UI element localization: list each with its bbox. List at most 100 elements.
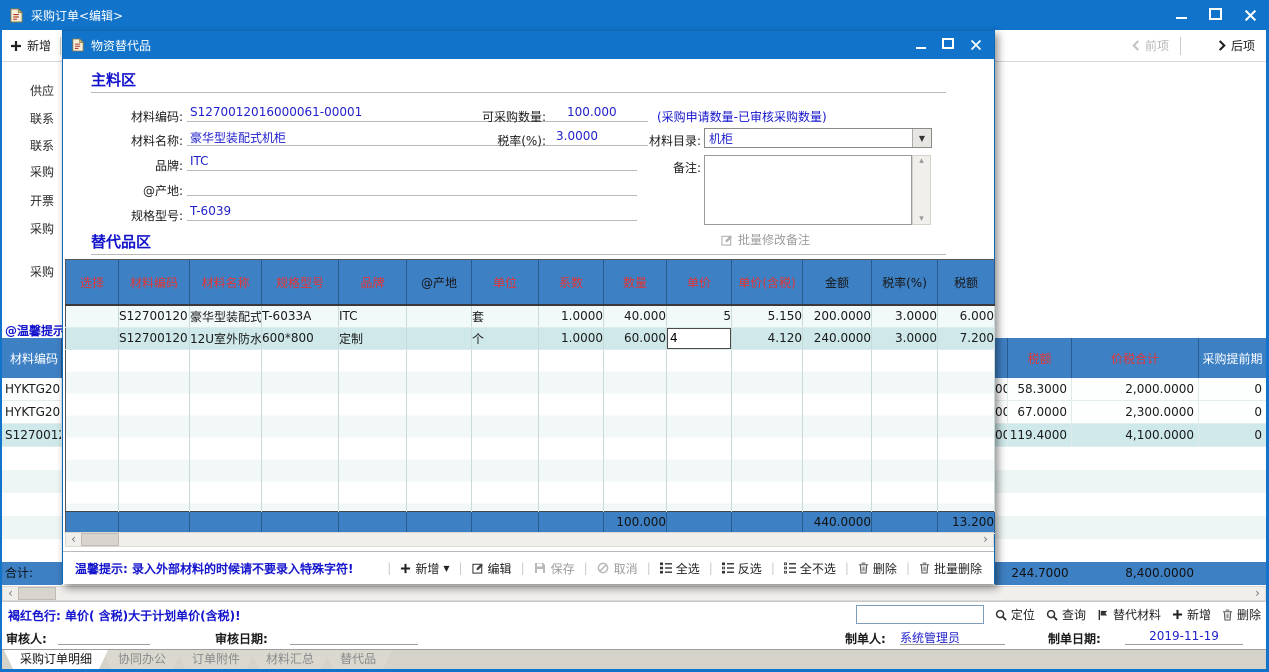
column-header[interactable]: @产地 (407, 260, 472, 306)
brand-field[interactable]: ITC (187, 154, 637, 171)
next-item-button[interactable]: 后项 (1218, 37, 1255, 54)
empty-rows (66, 349, 995, 511)
scrollbar-thumb[interactable] (81, 533, 119, 546)
column-header[interactable]: 采购提前期 (1199, 338, 1266, 378)
column-header[interactable]: 税率(%) (872, 260, 938, 306)
delete-substitute-button[interactable]: 删除 (858, 560, 897, 577)
table-row[interactable]: HYKTG2017- (2, 378, 62, 401)
chevron-right-icon (1218, 40, 1226, 51)
spec-field[interactable]: T-6039 (187, 204, 637, 221)
delete-row-button[interactable]: 删除 (1222, 606, 1261, 623)
chevron-down-icon[interactable]: ▼ (912, 129, 931, 147)
prev-item-button[interactable]: 前项 (1132, 37, 1169, 54)
toolbar-separator (60, 37, 61, 55)
save-button[interactable]: 保存 (534, 560, 575, 577)
column-header[interactable]: 系数 (539, 260, 604, 306)
brand-label: 品牌: (83, 157, 183, 174)
scroll-right-icon[interactable]: › (978, 533, 993, 546)
audit-date-field[interactable] (290, 629, 418, 645)
dialog-horizontal-scrollbar[interactable]: ‹ › (65, 532, 994, 547)
chevron-down-icon[interactable]: ▼ (443, 564, 449, 573)
column-header[interactable]: 数量 (604, 260, 667, 306)
select-cell[interactable] (66, 327, 119, 349)
origin-field[interactable] (187, 179, 637, 196)
scroll-right-icon[interactable]: › (1250, 587, 1265, 600)
substitute-material-button[interactable]: 替代材料 (1097, 606, 1161, 623)
maker-field[interactable]: 系统管理员 (900, 629, 1005, 645)
column-header[interactable]: 税额 (938, 260, 995, 306)
column-header[interactable]: 材料编码 (2, 338, 62, 378)
column-header[interactable]: 单价(含税) (732, 260, 803, 306)
scrollbar-thumb[interactable] (18, 587, 56, 600)
scroll-down-icon[interactable]: ▾ (919, 214, 924, 224)
column-header[interactable]: 金额 (803, 260, 872, 306)
tab-material-summary[interactable]: 材料汇总 (250, 650, 330, 669)
totals-row: 合计: (2, 562, 62, 585)
plus-icon (10, 40, 22, 52)
table-row[interactable]: 00 67.0000 2,300.0000 0 (995, 401, 1266, 424)
cancel-button[interactable]: 取消 (597, 560, 638, 577)
tax-rate-field[interactable]: 3.0000 (553, 129, 648, 146)
note-scrollbar[interactable]: ▴ ▾ (912, 155, 931, 225)
column-header[interactable]: 材料编码 (119, 260, 190, 306)
select-cell[interactable] (66, 305, 119, 327)
total-amount: 440.0000 (803, 511, 872, 533)
table-row[interactable]: 00 58.3000 2,000.0000 0 (995, 378, 1266, 401)
column-header[interactable]: 材料名称 (190, 260, 262, 306)
warning-text: 褐红色行: 单价( 含税)大于计划单价(含税)! (8, 607, 241, 624)
tab-attachments[interactable]: 订单附件 (176, 650, 256, 669)
auditor-field[interactable] (58, 629, 150, 645)
column-header[interactable]: 单位 (472, 260, 539, 306)
make-date-field[interactable]: 2019-11-19 (1125, 629, 1243, 645)
substitute-header-row: 选择 材料编码 材料名称 规格型号 品牌 @产地 单位 系数 数量 单价 单价(… (66, 260, 995, 306)
column-header[interactable]: 选择 (66, 260, 119, 306)
column-header[interactable]: 价税合计 (1072, 338, 1199, 378)
empty-rows (995, 447, 1266, 562)
select-all-button[interactable]: 全选 (660, 560, 700, 577)
invert-selection-button[interactable]: 反选 (722, 560, 762, 577)
dialog-maximize-button[interactable] (942, 38, 954, 52)
order-detail-table-right: 税额 价税合计 采购提前期 00 58.3000 2,000.0000 0 00… (995, 338, 1266, 585)
select-none-button[interactable]: 全不选 (784, 560, 836, 577)
tax-rate-label: 税率(%): (466, 132, 546, 149)
column-header[interactable]: 单价 (667, 260, 732, 306)
substitute-dialog: 物资替代品 主料区 材料编码: S1270012016000061-00001 … (62, 30, 995, 584)
close-button[interactable] (1244, 9, 1257, 22)
tab-order-detail[interactable]: 采购订单明细 (4, 650, 108, 669)
maximize-button[interactable] (1209, 8, 1222, 23)
available-qty-field[interactable]: 100.000 (553, 105, 648, 122)
column-header[interactable]: 品牌 (339, 260, 407, 306)
dialog-minimize-button[interactable] (916, 38, 926, 52)
column-header[interactable]: 税额 (1008, 338, 1072, 378)
minimize-button[interactable] (1176, 8, 1187, 22)
unit-price-editor[interactable] (667, 328, 731, 349)
batch-delete-button[interactable]: 批量删除 (919, 560, 982, 577)
query-button[interactable]: 查询 (1046, 606, 1086, 623)
scroll-up-icon[interactable]: ▴ (919, 156, 924, 166)
note-textarea[interactable] (704, 155, 912, 225)
table-row-selected[interactable]: 00 119.4000 4,100.0000 0 (995, 424, 1266, 447)
search-input[interactable] (856, 605, 984, 624)
tab-collaboration[interactable]: 协同办公 (102, 650, 182, 669)
locate-button[interactable]: 定位 (995, 606, 1035, 623)
dialog-close-button[interactable] (970, 39, 982, 51)
substitute-row-selected[interactable]: S1270012016 12U室外防水机 600*800 定制 个 1.0000… (66, 327, 995, 349)
select-none-icon (784, 562, 796, 574)
scroll-left-icon[interactable]: ‹ (66, 533, 81, 546)
horizontal-scrollbar[interactable]: ‹ › (2, 586, 1266, 601)
add-order-button[interactable]: 新增 (10, 37, 51, 54)
substitute-row[interactable]: S1270012016 豪华型装配式 T-6033A ITC 套 1.0000 … (66, 305, 995, 327)
add-row-button[interactable]: 新增 (1172, 606, 1211, 623)
add-substitute-button[interactable]: 新增 ▼ (400, 560, 449, 577)
scroll-left-icon[interactable]: ‹ (3, 587, 18, 600)
edit-button[interactable]: 编辑 (472, 560, 512, 577)
table-row[interactable]: HYKTG2017- (2, 401, 62, 424)
spec-label: 规格型号: (83, 207, 183, 224)
table-row-selected[interactable]: S127001201 (2, 424, 62, 447)
tab-substitutes[interactable]: 替代品 (324, 650, 392, 669)
totals-row: 244.7000 8,400.0000 (995, 562, 1266, 585)
batch-edit-note-button[interactable]: 批量修改备注 (721, 231, 810, 248)
catalog-select[interactable]: 机柜 ▼ (704, 128, 932, 148)
column-header[interactable]: 规格型号 (262, 260, 339, 306)
code-label: 材料编码: (83, 108, 183, 125)
